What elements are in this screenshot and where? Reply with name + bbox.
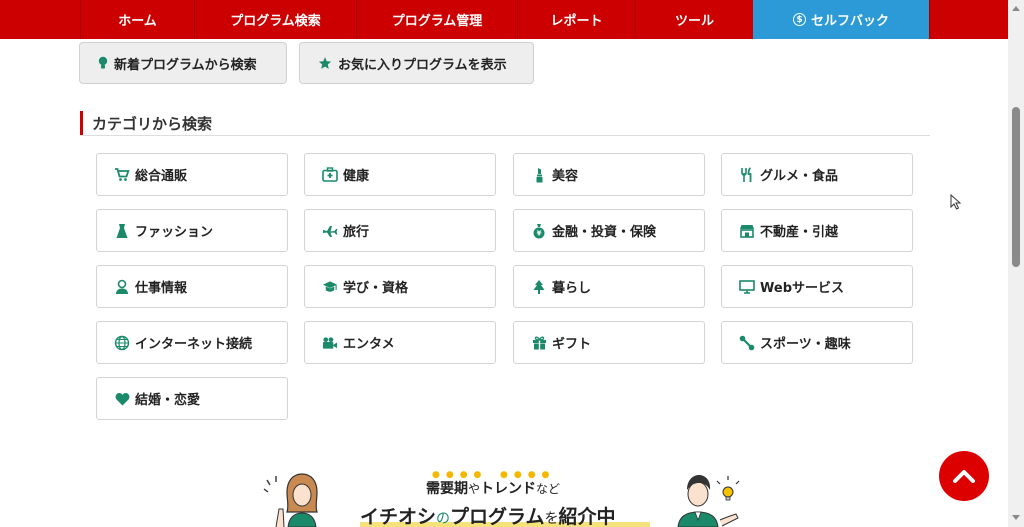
worker-icon [114, 279, 130, 295]
gift-icon [531, 335, 547, 351]
nav-tools[interactable]: ツール [635, 0, 753, 39]
nav-home-label: ホーム [118, 14, 157, 29]
banner-title-program: プログラム [450, 506, 545, 527]
category-sports-hobbies[interactable]: スポーツ・趣味 [721, 321, 913, 364]
scrollbar-thumb[interactable] [1012, 107, 1020, 267]
nav-report[interactable]: レポート [517, 0, 635, 39]
category-label: 結婚・恋愛 [135, 393, 201, 408]
category-label: 暮らし [552, 281, 592, 296]
category-label: 金融・投資・保険 [552, 225, 657, 240]
new-programs-search-button[interactable]: 新着プログラムから検索 [79, 42, 287, 84]
category-jobs[interactable]: 仕事情報 [96, 265, 288, 308]
lipstick-icon [531, 167, 547, 183]
scroll-down-arrow-icon[interactable] [1012, 515, 1020, 520]
nav-selfback-label: セルフバック [810, 14, 889, 29]
category-entertainment[interactable]: エンタメ [304, 321, 496, 364]
category-marriage-dating[interactable]: 結婚・恋愛 [96, 377, 288, 420]
heading-accent-bar [80, 111, 83, 135]
tree-icon [531, 279, 547, 295]
banner-title-particle-wo: を [544, 511, 559, 527]
dumbbell-icon [739, 335, 755, 351]
category-label: 旅行 [343, 225, 370, 240]
fork-knife-icon [739, 166, 755, 183]
category-learning[interactable]: 学び・資格 [304, 265, 496, 308]
banner-sub-particle-1: や [468, 482, 481, 496]
vertical-scrollbar[interactable] [1008, 0, 1024, 527]
category-health[interactable]: 健康 [304, 153, 496, 196]
page: ホーム プログラム検索 プログラム管理 レポート ツール $ セルフバック 新着… [0, 0, 1008, 527]
chevron-up-icon [953, 470, 975, 483]
dress-icon [114, 223, 130, 239]
scroll-to-top-button[interactable] [939, 451, 989, 501]
category-label: インターネット接続 [135, 337, 253, 352]
category-label: ファッション [135, 225, 214, 240]
nav-home[interactable]: ホーム [80, 0, 194, 39]
video-camera-icon [322, 335, 338, 351]
category-label: 不動産・引越 [760, 225, 839, 240]
star-icon [318, 57, 332, 69]
category-label: 美容 [552, 169, 579, 184]
category-fashion[interactable]: ファッション [96, 209, 288, 252]
category-gourmet-food[interactable]: グルメ・食品 [721, 153, 913, 196]
airplane-icon [322, 223, 338, 239]
banner-title-recommend: イチオシ [360, 506, 437, 527]
category-label: 健康 [343, 169, 370, 184]
banner-title-particle-no: の [436, 511, 451, 527]
category-label: ギフト [552, 337, 592, 352]
category-label: 学び・資格 [343, 281, 409, 296]
first-aid-kit-icon [322, 167, 338, 183]
graduation-cap-icon [322, 279, 338, 295]
category-real-estate[interactable]: 不動産・引越 [721, 209, 913, 252]
heart-icon [114, 391, 130, 407]
category-label: Webサービス [760, 281, 844, 296]
nav-program-search-label: プログラム検索 [230, 14, 321, 29]
top-nav: ホーム プログラム検索 プログラム管理 レポート ツール $ セルフバック [0, 0, 1008, 39]
favorite-programs-label: お気に入りプログラムを表示 [338, 57, 507, 73]
category-beauty[interactable]: 美容 [513, 153, 705, 196]
category-internet[interactable]: インターネット接続 [96, 321, 288, 364]
banner-title: イチオシのプログラムを紹介中 [360, 502, 615, 527]
man-illustration [677, 475, 740, 527]
category-section-heading: カテゴリから検索 [80, 111, 930, 136]
favorite-programs-button[interactable]: お気に入りプログラムを表示 [299, 42, 534, 84]
banner-subtitle: 需要期やトレンドなど [426, 478, 560, 498]
mouse-cursor-icon [950, 194, 961, 210]
banner-sub-demand: 需要期 [426, 481, 468, 497]
category-finance[interactable]: ¥ 金融・投資・保険 [513, 209, 705, 252]
nav-program-management[interactable]: プログラム管理 [356, 0, 517, 39]
woman-illustration [263, 473, 318, 527]
banner-sub-particle-2: など [536, 482, 561, 496]
scroll-up-arrow-icon[interactable] [1012, 6, 1020, 11]
nav-selfback[interactable]: $ セルフバック [753, 0, 929, 39]
new-programs-search-label: 新着プログラムから検索 [114, 57, 257, 73]
store-icon [739, 223, 755, 239]
nav-report-label: レポート [550, 14, 603, 29]
selfback-coin-icon: $ [792, 13, 806, 26]
nav-program-search[interactable]: プログラム検索 [194, 0, 356, 39]
monitor-icon [739, 279, 755, 295]
category-general-shopping[interactable]: 総合通販 [96, 153, 288, 196]
svg-text:¥: ¥ [537, 229, 542, 237]
nav-tools-label: ツール [674, 14, 714, 29]
category-label: スポーツ・趣味 [760, 337, 851, 352]
category-label: グルメ・食品 [760, 169, 839, 184]
category-web-services[interactable]: Webサービス [721, 265, 913, 308]
category-gifts[interactable]: ギフト [513, 321, 705, 364]
banner-sub-trend: トレンド [480, 481, 537, 497]
nav-divider [929, 0, 930, 39]
category-label: 仕事情報 [135, 281, 188, 296]
category-label: 総合通販 [135, 169, 188, 184]
category-heading-text: カテゴリから検索 [92, 115, 213, 133]
globe-icon [114, 335, 130, 351]
lightbulb-icon [98, 56, 108, 69]
money-bag-icon: ¥ [531, 223, 547, 239]
cart-icon [114, 167, 130, 183]
category-living[interactable]: 暮らし [513, 265, 705, 308]
category-label: エンタメ [343, 337, 395, 352]
nav-program-management-label: プログラム管理 [391, 14, 483, 29]
category-travel[interactable]: 旅行 [304, 209, 496, 252]
banner-title-introducing: 紹介中 [558, 506, 616, 527]
